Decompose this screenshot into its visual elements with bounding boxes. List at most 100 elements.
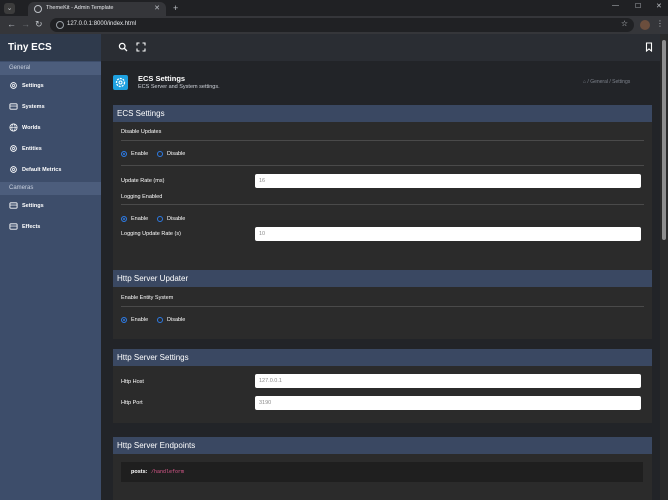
tab-search-button[interactable]: ⌄ (4, 3, 15, 14)
globe-icon (9, 123, 18, 132)
monitor-icon (9, 103, 18, 110)
gear-icon (10, 166, 17, 173)
sidebar-item-effects[interactable]: Effects (0, 217, 101, 238)
entity-system-enable-radio[interactable] (121, 317, 127, 323)
search-icon[interactable] (118, 42, 128, 52)
logging-update-rate-input[interactable] (255, 227, 641, 241)
breadcrumb-item: Settings (612, 79, 631, 85)
fullscreen-icon[interactable] (136, 42, 146, 52)
sidebar-item-default-metrics[interactable]: Default Metrics (0, 160, 101, 181)
card-header: Http Server Updater (113, 270, 652, 287)
sidebar-item-label: Effects (22, 224, 41, 230)
divider (121, 165, 644, 166)
browser-tab[interactable]: ThemeKit - Admin Template ✕ (28, 2, 166, 16)
gear-icon (10, 145, 17, 152)
sidebar-item-settings[interactable]: Settings (0, 76, 101, 97)
section-label: Cameras (9, 185, 34, 191)
card-title: Http Server Endpoints (117, 441, 196, 450)
breadcrumb-item[interactable]: General (590, 79, 608, 85)
brand: Tiny ECS (0, 34, 101, 61)
http-server-endpoints-card: Http Server Endpoints posts: /handleform (113, 437, 652, 500)
http-server-updater-card: Http Server Updater Enable Entity System… (113, 270, 652, 339)
endpoint-code-block: posts: /handleform (121, 462, 643, 482)
sidebar-item-label: Default Metrics (22, 167, 62, 173)
http-port-label: Http Port (121, 400, 143, 406)
logging-enabled-label: Logging Enabled (121, 194, 163, 200)
section-label: General (9, 65, 31, 71)
radio-label: Enable (131, 216, 149, 222)
menu-kebab-icon[interactable]: ⋮ (656, 19, 664, 28)
settings-header-icon (113, 75, 128, 90)
close-window-icon[interactable]: ✕ (656, 2, 662, 10)
sidebar-section-cameras: Cameras (0, 182, 101, 195)
disable-updates-disable-radio[interactable] (157, 151, 163, 157)
update-rate-label: Update Rate (ms) (121, 178, 165, 184)
new-tab-button[interactable]: + (173, 3, 178, 13)
card-title: ECS Settings (117, 109, 165, 118)
forward-icon[interactable]: → (21, 19, 30, 30)
page-subtitle: ECS Server and System settings. (138, 84, 220, 90)
disable-updates-enable-radio[interactable] (121, 151, 127, 157)
http-port-input[interactable] (255, 396, 641, 410)
back-icon[interactable]: ← (7, 19, 16, 30)
logging-disable-radio[interactable] (157, 216, 163, 222)
home-icon[interactable]: ⌂ (583, 79, 586, 85)
radio-label: Disable (167, 317, 186, 323)
entity-system-disable-radio[interactable] (157, 317, 163, 323)
card-header: ECS Settings (113, 105, 652, 122)
sidebar-item-entities[interactable]: Entities (0, 139, 101, 160)
sidebar: Tiny ECS General Settings Systems Worlds… (0, 34, 101, 500)
maximize-icon[interactable]: ☐ (635, 2, 641, 10)
sidebar-item-camera-settings[interactable]: Settings (0, 196, 101, 217)
radio-label: Disable (167, 151, 186, 157)
browser-toolbar: ← → ↻ 127.0.0.1:8000/index.html ☆ ⋮ (0, 16, 668, 34)
bookmark-star-icon[interactable]: ☆ (621, 19, 628, 28)
profile-avatar[interactable] (640, 20, 650, 30)
url-text: 127.0.0.1:8000/index.html (67, 21, 137, 27)
brand-title: Tiny ECS (8, 42, 52, 53)
browser-tab-bar: ⌄ ThemeKit - Admin Template ✕ + — ☐ ✕ (0, 0, 668, 16)
top-bar (101, 34, 668, 61)
breadcrumb: ⌂ / General / Settings (583, 79, 630, 85)
scrollbar-thumb[interactable] (662, 40, 666, 240)
gear-icon (10, 82, 17, 89)
sidebar-item-label: Entities (22, 146, 42, 152)
disable-updates-label: Disable Updates (121, 129, 162, 135)
site-info-icon[interactable] (56, 21, 64, 29)
radio-label: Enable (131, 317, 149, 323)
ecs-settings-card: ECS Settings Disable Updates Enable Disa… (113, 105, 652, 291)
sidebar-item-label: Worlds (22, 125, 41, 131)
enable-entity-system-label: Enable Entity System (121, 295, 174, 301)
bookmark-icon[interactable] (644, 42, 654, 52)
page-scrollbar[interactable] (660, 34, 668, 500)
card-header: Http Server Settings (113, 349, 652, 366)
page: Tiny ECS General Settings Systems Worlds… (0, 34, 668, 500)
sidebar-item-label: Settings (22, 83, 44, 89)
globe-icon (34, 5, 42, 13)
card-title: Http Server Updater (117, 274, 189, 283)
endpoint-key: posts: (131, 469, 148, 475)
tab-title: ThemeKit - Admin Template (46, 5, 114, 11)
radio-label: Enable (131, 151, 149, 157)
sidebar-item-label: Settings (22, 203, 44, 209)
reload-icon[interactable]: ↻ (35, 19, 43, 30)
monitor-icon (9, 202, 18, 209)
update-rate-input[interactable] (255, 174, 641, 188)
card-title: Http Server Settings (117, 353, 189, 362)
close-icon[interactable]: ✕ (154, 4, 160, 12)
logging-update-rate-label: Logging Update Rate (s) (121, 231, 181, 237)
sidebar-section-general: General (0, 62, 101, 75)
logging-enable-radio[interactable] (121, 216, 127, 222)
http-host-input[interactable] (255, 374, 641, 388)
sidebar-item-systems[interactable]: Systems (0, 97, 101, 118)
address-bar[interactable]: 127.0.0.1:8000/index.html ☆ (50, 18, 634, 32)
page-title: ECS Settings (138, 74, 186, 83)
divider (121, 306, 644, 307)
gear-icon (115, 77, 126, 88)
card-header: Http Server Endpoints (113, 437, 652, 454)
minimize-icon[interactable]: — (612, 2, 619, 9)
sidebar-item-worlds[interactable]: Worlds (0, 118, 101, 139)
http-host-label: Http Host (121, 379, 144, 385)
divider (121, 140, 644, 141)
http-server-settings-card: Http Server Settings Http Host Http Port (113, 349, 652, 423)
